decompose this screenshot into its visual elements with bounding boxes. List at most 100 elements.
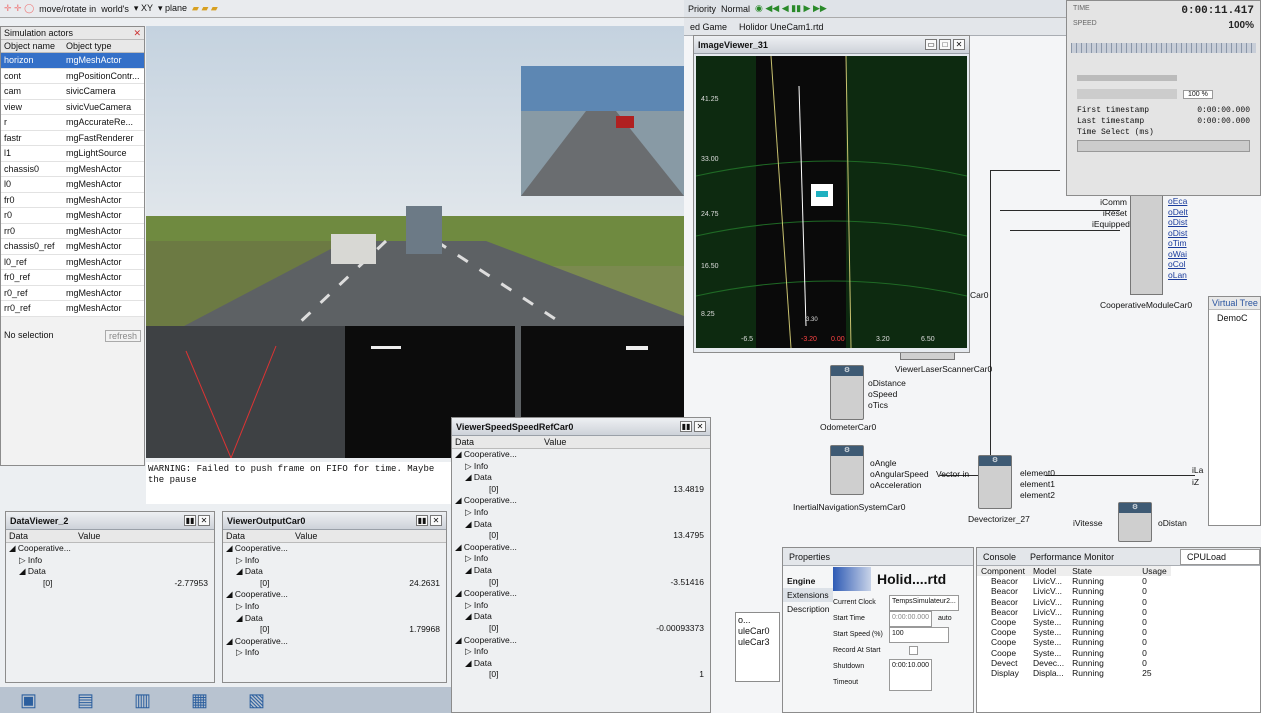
tree-row[interactable]: ◢ Data [9, 566, 214, 578]
col-object-type[interactable]: Object type [66, 40, 112, 52]
actor-row[interactable]: r0 mgMeshActor [1, 208, 144, 224]
time-select-input[interactable] [1077, 140, 1250, 152]
start-speed-input[interactable]: 100 [889, 627, 949, 643]
close-icon[interactable]: ✕ [430, 515, 442, 526]
actor-row[interactable]: fastr mgFastRenderer [1, 130, 144, 146]
list-item[interactable]: o... [738, 615, 777, 626]
refresh-button[interactable]: refresh [104, 330, 141, 342]
col-model[interactable]: Model [1029, 566, 1068, 576]
odometer-node[interactable]: ⚙ [830, 365, 864, 420]
tree-row[interactable]: ▷ Info [455, 600, 710, 612]
tree-row[interactable]: ◢ Cooperative... [455, 542, 710, 554]
perf-row[interactable]: Beacor LivicV... Running 0 [977, 576, 1171, 586]
tree-row[interactable]: [0] -0.00093373 [455, 623, 710, 635]
tree-row[interactable]: ▷ Info [9, 555, 214, 567]
port-element1[interactable]: element1 [1020, 479, 1055, 490]
maximize-icon[interactable]: □ [939, 39, 951, 50]
laser-node[interactable] [900, 352, 955, 360]
perf-row[interactable]: Coope Syste... Running 0 [977, 627, 1171, 637]
actor-row[interactable]: chassis0_ref mgMeshActor [1, 239, 144, 255]
pause-icon[interactable]: ▮▮ [184, 515, 196, 526]
speed-node[interactable]: ⚙ [1118, 502, 1152, 542]
col-state[interactable]: State [1068, 566, 1138, 576]
port-otics[interactable]: oTics [868, 400, 906, 411]
tab-game[interactable]: ed Game [684, 20, 733, 34]
minimize-icon[interactable]: ▭ [925, 39, 937, 50]
axis-select[interactable]: ▾ XY [134, 3, 153, 14]
port-ireset[interactable]: iReset [1092, 208, 1127, 219]
speed-value[interactable]: 100% [1228, 20, 1254, 31]
tree-row[interactable]: ◢ Data [226, 566, 446, 578]
perf-row[interactable]: Display Displa... Running 25 [977, 668, 1171, 678]
coop-out-port[interactable]: oTim [1168, 238, 1188, 249]
tab-description[interactable]: Description [783, 602, 833, 616]
pause-icon[interactable]: ▮▮ [680, 421, 692, 432]
tree-row[interactable]: ◢ Data [455, 658, 710, 670]
actor-row[interactable]: rr0_ref mgMeshActor [1, 301, 144, 317]
actor-row[interactable]: fr0 mgMeshActor [1, 192, 144, 208]
tree-row[interactable]: [0] 1 [455, 669, 710, 681]
perf-row[interactable]: Beacor LivicV... Running 0 [977, 597, 1171, 607]
actor-row[interactable]: r mgAccurateRe... [1, 115, 144, 131]
tree-row[interactable]: ◢ Data [455, 611, 710, 623]
ins-node[interactable]: ⚙ [830, 445, 864, 495]
tree-row[interactable]: [0] 13.4795 [455, 530, 710, 542]
port-icomm[interactable]: iComm [1092, 197, 1127, 208]
coop-out-port[interactable]: oDist [1168, 217, 1188, 228]
port-iequipped[interactable]: iEquipped [1092, 219, 1130, 230]
port-ospeed[interactable]: oSpeed [868, 389, 906, 400]
port-oangularspeed[interactable]: oAngularSpeed [870, 469, 929, 480]
virtual-tree-item[interactable]: DemoC [1209, 310, 1260, 326]
coop-out-port[interactable]: oWai [1168, 249, 1188, 260]
metric-select[interactable]: CPULoad [1180, 548, 1260, 565]
tree-row[interactable]: ◢ Cooperative... [226, 543, 446, 555]
port-odistance[interactable]: oDistance [868, 378, 906, 389]
actor-row[interactable]: chassis0 mgMeshActor [1, 161, 144, 177]
actor-row[interactable]: cam sivicCamera [1, 84, 144, 100]
tab-performance[interactable]: Performance Monitor [1024, 550, 1120, 564]
tree-row[interactable]: ▷ Info [455, 507, 710, 519]
port-element0[interactable]: element0 [1020, 468, 1055, 479]
frame-select[interactable]: world's [101, 4, 129, 14]
port-oangle[interactable]: oAngle [870, 458, 929, 469]
shutdown-input[interactable]: 0:00:10.000 [889, 659, 932, 691]
close-icon[interactable]: ✕ [198, 515, 210, 526]
priority-select[interactable]: Normal [721, 4, 750, 14]
plane-select[interactable]: ▾ plane [158, 3, 187, 14]
tree-row[interactable]: ▷ Info [455, 646, 710, 658]
tree-row[interactable]: ▷ Info [455, 461, 710, 473]
tree-row[interactable]: ◢ Cooperative... [455, 588, 710, 600]
move-icons[interactable]: ✛ ✛ ◯ [4, 3, 34, 14]
actor-row[interactable]: r0_ref mgMeshActor [1, 285, 144, 301]
close-icon[interactable]: ✕ [953, 39, 965, 50]
devectorizer-node[interactable]: ⚙ [978, 455, 1012, 509]
tree-row[interactable]: [0] 13.4819 [455, 484, 710, 496]
auto-checkbox[interactable]: auto [938, 611, 952, 627]
perf-row[interactable]: Coope Syste... Running 0 [977, 637, 1171, 647]
tree-row[interactable]: ◢ Cooperative... [455, 495, 710, 507]
actor-row[interactable]: l0 mgMeshActor [1, 177, 144, 193]
actor-row[interactable]: rr0 mgMeshActor [1, 223, 144, 239]
perf-row[interactable]: Beacor LivicV... Running 0 [977, 586, 1171, 596]
actor-row[interactable]: horizon mgMeshActor [1, 53, 144, 69]
perf-row[interactable]: Devect Devec... Running 0 [977, 658, 1171, 668]
tree-row[interactable]: [0] -3.51416 [455, 577, 710, 589]
close-icon[interactable]: ✕ [694, 421, 706, 432]
actor-row[interactable]: fr0_ref mgMeshActor [1, 270, 144, 286]
tab-properties[interactable]: Properties [783, 550, 836, 564]
play-controls-icon[interactable]: ◉ ◀◀ ◀ ▮▮ ▶ ▶▶ [755, 3, 827, 14]
tree-row[interactable]: ◢ Data [226, 613, 446, 625]
perf-row[interactable]: Beacor LivicV... Running 0 [977, 607, 1171, 617]
actor-row[interactable]: l0_ref mgMeshActor [1, 254, 144, 270]
tree-row[interactable]: [0] -2.77953 [9, 578, 214, 590]
actor-row[interactable]: l1 mgLightSource [1, 146, 144, 162]
tab-console[interactable]: Console [977, 550, 1022, 564]
close-icon[interactable]: ✕ [133, 27, 141, 39]
tree-row[interactable]: ◢ Cooperative... [455, 449, 710, 461]
tab-holidor[interactable]: Holidor UneCam1.rtd [733, 20, 830, 34]
col-usage[interactable]: Usage [1138, 566, 1171, 576]
tree-row[interactable]: ◢ Cooperative... [9, 543, 214, 555]
time-slider[interactable] [1077, 75, 1177, 81]
tree-row[interactable]: ◢ Cooperative... [226, 636, 446, 648]
tree-row[interactable]: ▷ Info [455, 553, 710, 565]
